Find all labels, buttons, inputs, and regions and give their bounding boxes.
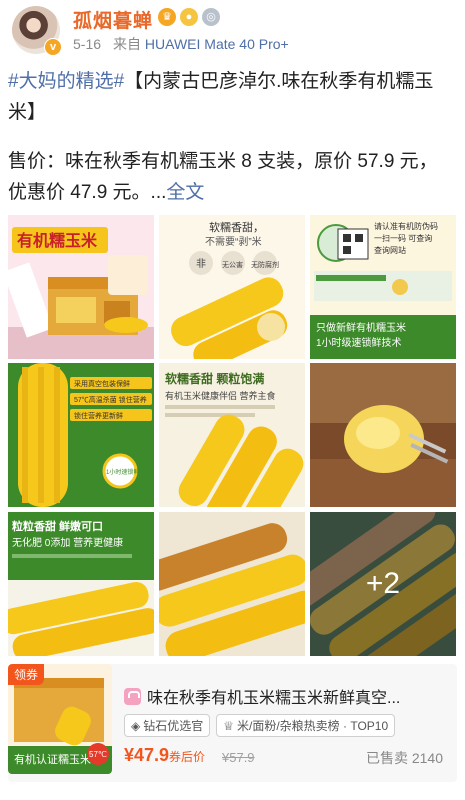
post-date: 5-16 [73,36,102,52]
img4-badge: 1小时速锁鲜 [106,468,139,476]
price-line-1: 售价：味在秋季有机糯玉米 8 支装，原价 57.9 元， [8,151,438,172]
grid-image-8[interactable] [159,512,305,656]
product-image[interactable]: 有机认证糯玉米 57℃ 领券 [8,664,112,774]
grid-image-9[interactable]: +2 [310,512,456,656]
more-images-count[interactable]: +2 [310,512,456,656]
product-title: 味在秋季有机玉米糯玉米新鲜真空... [147,690,401,707]
grid-image-3[interactable]: 请认准有机防伪码 一扫一码 可查询 查询网站 只做新鲜有机糯玉米 1小时级速锁鲜… [310,215,456,359]
price-line-2: 优惠价 47.9 元。... [8,182,167,203]
post-header: v 孤烟暮蝉 ♛ ● ◎ 5-16 来自 HUAWEI Mate 40 Pro+ [0,0,465,60]
product-image-badge: 57℃ [89,750,107,759]
grid-image-1[interactable]: 有机糯玉米 [8,215,154,359]
img2-icon1: 非 [196,258,206,270]
sold-count: 已售卖 2140 [365,750,443,766]
product-card[interactable]: 有机认证糯玉米 57℃ 领券 味在秋季有机玉米糯玉米新鲜真空... ◈ 钻石优选官… [8,664,457,782]
img4-tag2: 57℃高温杀菌 锁住营养 [74,395,147,404]
img7-title1: 粒粒香甜 鲜嫩可口 [12,519,103,533]
product-price-row: ¥47.9券后价 [124,745,205,766]
medal-badge-icon: ◎ [202,8,220,26]
img2-icon3: 无防腐剂 [251,260,279,269]
source-prefix: 来自 [113,36,142,52]
grid-image-7[interactable]: 粒粒香甜 鲜嫩可口 无化肥 0添加 营养更健康 [8,512,154,656]
product-title-row[interactable]: 味在秋季有机玉米糯玉米新鲜真空... [124,684,444,708]
grid-image-6[interactable] [310,363,456,507]
product-chips: ◈ 钻石优选官 ♕ 米/面粉/杂粮热卖榜 · TOP10 [124,714,396,737]
category-chip[interactable]: ♕ 米/面粉/杂粮热卖榜 · TOP10 [216,714,396,737]
fish-badge-icon: ● [180,8,198,26]
user-badges: ♛ ● ◎ [158,8,220,26]
verified-badge-icon: v [44,38,62,56]
trophy-icon: ♕ [223,718,235,733]
img2-top: 软糯香甜， [209,220,264,234]
post-title-block: #大妈的精选#【内蒙古巴彦淖尔.味在秋季有机糯玉米】 [8,66,458,128]
product-image-text: 有机认证糯玉米 [14,752,91,766]
image-grid: 有机糯玉米 软糯香甜， 不需要“剥”米 非 无公害 无防腐剂 请认准有机防伪码 … [8,215,457,656]
coupon-tag[interactable]: 领券 [8,664,45,685]
device-link[interactable]: HUAWEI Mate 40 Pro+ [145,36,289,52]
img4-tag3: 锁住营养更新鲜 [74,411,123,420]
img3-bottom1: 只做新鲜有机糯玉米 [316,321,406,334]
crown-badge-icon: ♛ [158,8,176,26]
shopping-bag-icon [124,687,141,705]
category-chip-label: 米/面粉/杂粮热卖榜 · TOP10 [237,719,389,733]
price-line-2-row: 优惠价 47.9 元。...全文 [8,177,458,208]
price-tag: 券后价 [169,750,206,764]
img2-icon2: 无公害 [222,260,243,269]
product-price: ¥47.9 [124,745,170,765]
shop-chip[interactable]: ◈ 钻石优选官 [124,714,211,737]
img5-title: 软糯香甜 颗粒饱满 [165,371,264,386]
grid-image-4[interactable]: 采用真空包装保鲜 57℃高温杀菌 锁住营养 锁住营养更新鲜 1小时速锁鲜 [8,363,154,507]
shop-chip-label: 钻石优选官 [143,719,204,733]
img2-sub: 不需要“剥”米 [205,235,262,248]
img1-title: 有机糯玉米 [17,231,98,250]
hashtag-link[interactable]: #大妈的精选# [8,71,124,92]
img7-title2: 无化肥 0添加 营养更健康 [12,536,123,549]
post-meta: 5-16 来自 HUAWEI Mate 40 Pro+ [73,34,289,54]
diamond-icon: ◈ [131,718,141,733]
img3-line3: 查询网站 [374,245,406,255]
grid-image-5[interactable]: 软糯香甜 颗粒饱满 有机玉米健康伴侣 营养主食 [159,363,305,507]
img3-line2: 一扫一码 可查询 [374,233,432,243]
post-text: #大妈的精选#【内蒙古巴彦淖尔.味在秋季有机糯玉米】 售价：味在秋季有机糯玉米 … [8,66,458,208]
img3-line1: 请认准有机防伪码 [374,221,438,231]
img4-tag1: 采用真空包装保鲜 [74,379,130,388]
full-text-link[interactable]: 全文 [166,182,204,203]
img3-bottom2: 1小时级速锁鲜技术 [316,336,402,349]
username[interactable]: 孤烟暮蝉 [73,6,153,33]
original-price: ¥57.9 [222,750,255,765]
img5-sub: 有机玉米健康伴侣 营养主食 [165,390,276,401]
grid-image-2[interactable]: 软糯香甜， 不需要“剥”米 非 无公害 无防腐剂 [159,215,305,359]
